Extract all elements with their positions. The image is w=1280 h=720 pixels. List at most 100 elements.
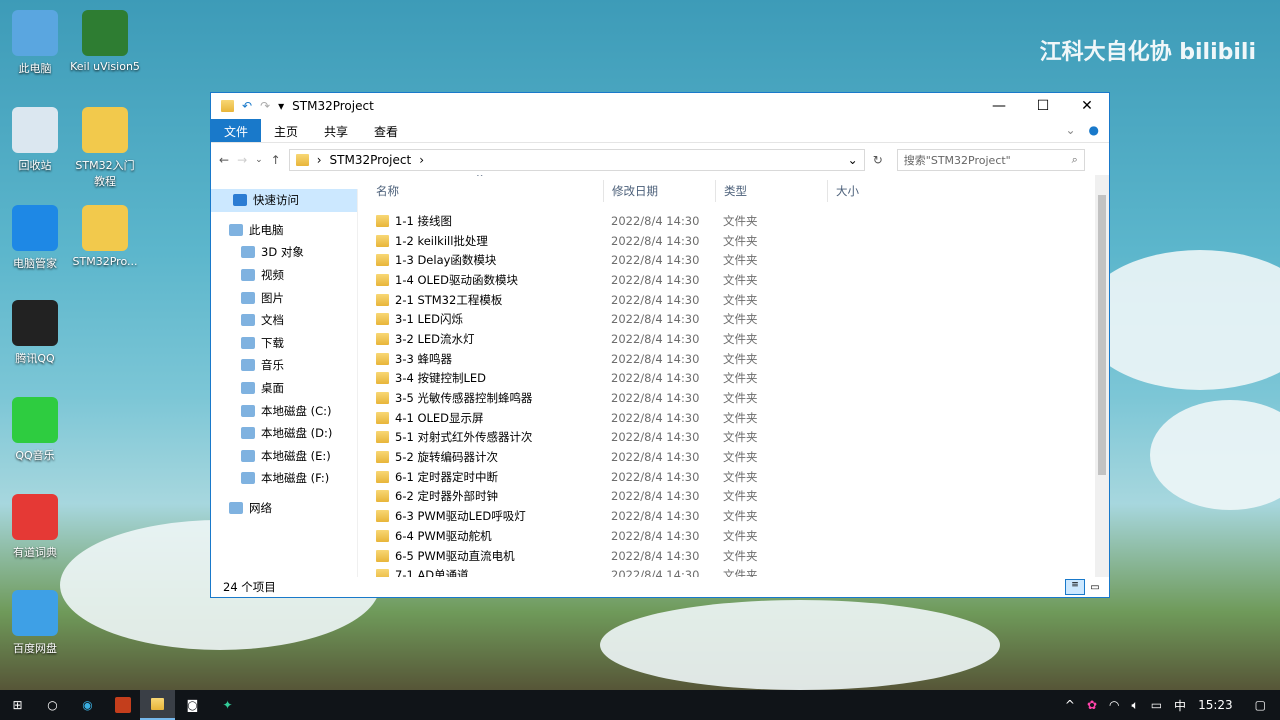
file-row[interactable]: 3-1 LED闪烁 2022/8/4 14:30 文件夹 [358, 309, 1095, 329]
column-type[interactable]: 类型 [715, 180, 827, 202]
recent-locations-icon[interactable]: ⌄ [255, 155, 263, 165]
desktop-icon[interactable]: QQ音乐 [0, 397, 70, 463]
desktop-icon[interactable]: Keil uVision5 [70, 10, 140, 73]
file-row[interactable]: 1-3 Delay函数模块 2022/8/4 14:30 文件夹 [358, 250, 1095, 270]
file-type: 文件夹 [723, 253, 758, 268]
customize-toolbar-icon[interactable]: ▾ [278, 99, 284, 113]
file-row[interactable]: 6-4 PWM驱动舵机 2022/8/4 14:30 文件夹 [358, 526, 1095, 546]
nav-item[interactable]: 本地磁盘 (C:) [211, 399, 357, 422]
file-row[interactable]: 1-1 接线图 2022/8/4 14:30 文件夹 [358, 211, 1095, 231]
large-icons-view-icon[interactable]: ▭ [1085, 582, 1105, 593]
help-icon[interactable]: ● [1089, 119, 1109, 142]
obs-icon[interactable]: ◙ [175, 690, 210, 720]
file-row[interactable]: 3-2 LED流水灯 2022/8/4 14:30 文件夹 [358, 329, 1095, 349]
nav-item[interactable]: 音乐 [211, 354, 357, 377]
nav-item[interactable]: 网络 [211, 497, 357, 520]
search-icon[interactable]: ⌕ [1072, 153, 1078, 167]
nav-icon [241, 246, 255, 259]
nav-icon [241, 449, 255, 462]
search-input[interactable]: 搜索"STM32Project" ⌕ [896, 149, 1085, 171]
taskbar: ⊞ ○ ◉ ◙ ✦ ^ ✿ ◠ 🔈︎ ▭ 中 15:23 ▢ [0, 690, 1280, 720]
redo-icon[interactable]: ↷ [260, 99, 270, 113]
file-row[interactable]: 3-4 按键控制LED 2022/8/4 14:30 文件夹 [358, 369, 1095, 389]
start-button[interactable]: ⊞ [0, 690, 35, 720]
nav-item-label: 图片 [261, 290, 284, 305]
powerpoint-icon[interactable] [105, 690, 140, 720]
desktop-icon[interactable]: STM32Pro... [70, 205, 140, 268]
nav-item-label: 本地磁盘 (C:) [261, 403, 332, 418]
desktop-icon[interactable]: 有道词典 [0, 494, 70, 560]
desktop-icon[interactable]: 电脑管家 [0, 205, 70, 271]
nav-item[interactable]: 图片 [211, 286, 357, 309]
tab-home[interactable]: 主页 [261, 119, 311, 142]
refresh-icon[interactable]: ↻ [873, 153, 883, 167]
desktop-icon[interactable]: 腾讯QQ [0, 300, 70, 366]
file-row[interactable]: 6-1 定时器定时中断 2022/8/4 14:30 文件夹 [358, 467, 1095, 487]
desktop-icon[interactable]: STM32入门教程 [70, 107, 140, 189]
wifi-icon[interactable]: ◠ [1109, 698, 1119, 712]
battery-icon[interactable]: ▭ [1151, 698, 1162, 712]
file-row[interactable]: 5-1 对射式红外传感器计次 2022/8/4 14:30 文件夹 [358, 428, 1095, 448]
show-hidden-icons-icon[interactable]: ^ [1065, 698, 1075, 712]
close-button[interactable]: ✕ [1065, 98, 1109, 114]
app-tray-icon[interactable]: ✿ [1087, 698, 1097, 712]
file-row[interactable]: 7-1 AD单通道 2022/8/4 14:30 文件夹 [358, 565, 1095, 577]
file-date: 2022/8/4 14:30 [611, 371, 700, 386]
expand-ribbon-icon[interactable]: ⌄ [1052, 119, 1088, 142]
tab-share[interactable]: 共享 [311, 119, 361, 142]
scrollbar-thumb[interactable] [1098, 195, 1106, 475]
nav-icon [241, 314, 255, 327]
file-row[interactable]: 6-2 定时器外部时钟 2022/8/4 14:30 文件夹 [358, 487, 1095, 507]
nav-item[interactable]: 本地磁盘 (E:) [211, 445, 357, 468]
file-row[interactable]: 3-3 蜂鸣器 2022/8/4 14:30 文件夹 [358, 349, 1095, 369]
details-view-icon[interactable]: ≡ [1065, 579, 1085, 595]
file-name: 2-1 STM32工程模板 [395, 292, 503, 307]
nav-item[interactable]: 视频 [211, 264, 357, 287]
nav-item[interactable]: 本地磁盘 (D:) [211, 422, 357, 445]
vertical-scrollbar[interactable] [1095, 175, 1109, 577]
clock[interactable]: 15:23 [1198, 698, 1233, 712]
desktop-icon[interactable]: 百度网盘 [0, 590, 70, 656]
breadcrumb-stm32project[interactable]: STM32Project [330, 153, 412, 167]
file-row[interactable]: 6-5 PWM驱动直流电机 2022/8/4 14:30 文件夹 [358, 546, 1095, 566]
keil-icon[interactable]: ✦ [210, 690, 245, 720]
back-icon[interactable]: ← [219, 153, 229, 167]
tab-file[interactable]: 文件 [211, 119, 262, 142]
breadcrumb-separator-icon[interactable]: › [419, 153, 424, 167]
column-date[interactable]: 修改日期 [603, 180, 715, 202]
file-row[interactable]: 1-2 keilkill批处理 2022/8/4 14:30 文件夹 [358, 231, 1095, 251]
volume-icon[interactable]: 🔈︎ [1132, 698, 1139, 713]
up-icon[interactable]: ↑ [271, 153, 281, 167]
nav-item[interactable]: 此电脑 [211, 219, 357, 242]
column-name[interactable]: 名称 ^ [358, 175, 603, 199]
nav-item[interactable]: 本地磁盘 (F:) [211, 467, 357, 490]
forward-icon[interactable]: → [237, 153, 247, 167]
nav-item[interactable]: 文档 [211, 309, 357, 332]
nav-item[interactable]: 桌面 [211, 377, 357, 400]
folder-icon [376, 372, 389, 385]
notifications-icon[interactable]: ▢ [1255, 698, 1266, 712]
tab-view[interactable]: 查看 [361, 119, 411, 142]
file-row[interactable]: 3-5 光敏传感器控制蜂鸣器 2022/8/4 14:30 文件夹 [358, 388, 1095, 408]
file-row[interactable]: 2-1 STM32工程模板 2022/8/4 14:30 文件夹 [358, 290, 1095, 310]
desktop-icon[interactable]: 回收站 [0, 107, 70, 173]
maximize-button[interactable]: ☐ [1021, 98, 1065, 114]
chevron-down-icon[interactable]: ⌄ [848, 153, 858, 167]
file-row[interactable]: 6-3 PWM驱动LED呼吸灯 2022/8/4 14:30 文件夹 [358, 506, 1095, 526]
file-row[interactable]: 4-1 OLED显示屏 2022/8/4 14:30 文件夹 [358, 408, 1095, 428]
file-row[interactable]: 5-2 旋转编码器计次 2022/8/4 14:30 文件夹 [358, 447, 1095, 467]
undo-icon[interactable]: ↶ [242, 99, 252, 113]
minimize-button[interactable]: — [977, 98, 1021, 114]
search-button[interactable]: ○ [35, 690, 70, 720]
file-explorer-taskbar-icon[interactable] [140, 690, 175, 720]
nav-item[interactable]: 下载 [211, 332, 357, 355]
desktop-icon[interactable]: 此电脑 [0, 10, 70, 76]
nav-item[interactable]: 快速访问 [211, 189, 357, 212]
address-input[interactable]: › STM32Project › ⌄ [288, 149, 865, 171]
nav-item-label: 桌面 [261, 381, 284, 396]
input-method[interactable]: 中 [1174, 697, 1186, 714]
edge-icon[interactable]: ◉ [70, 690, 105, 720]
column-size[interactable]: 大小 [827, 180, 902, 202]
file-row[interactable]: 1-4 OLED驱动函数模块 2022/8/4 14:30 文件夹 [358, 270, 1095, 290]
nav-item[interactable]: 3D 对象 [211, 241, 357, 264]
